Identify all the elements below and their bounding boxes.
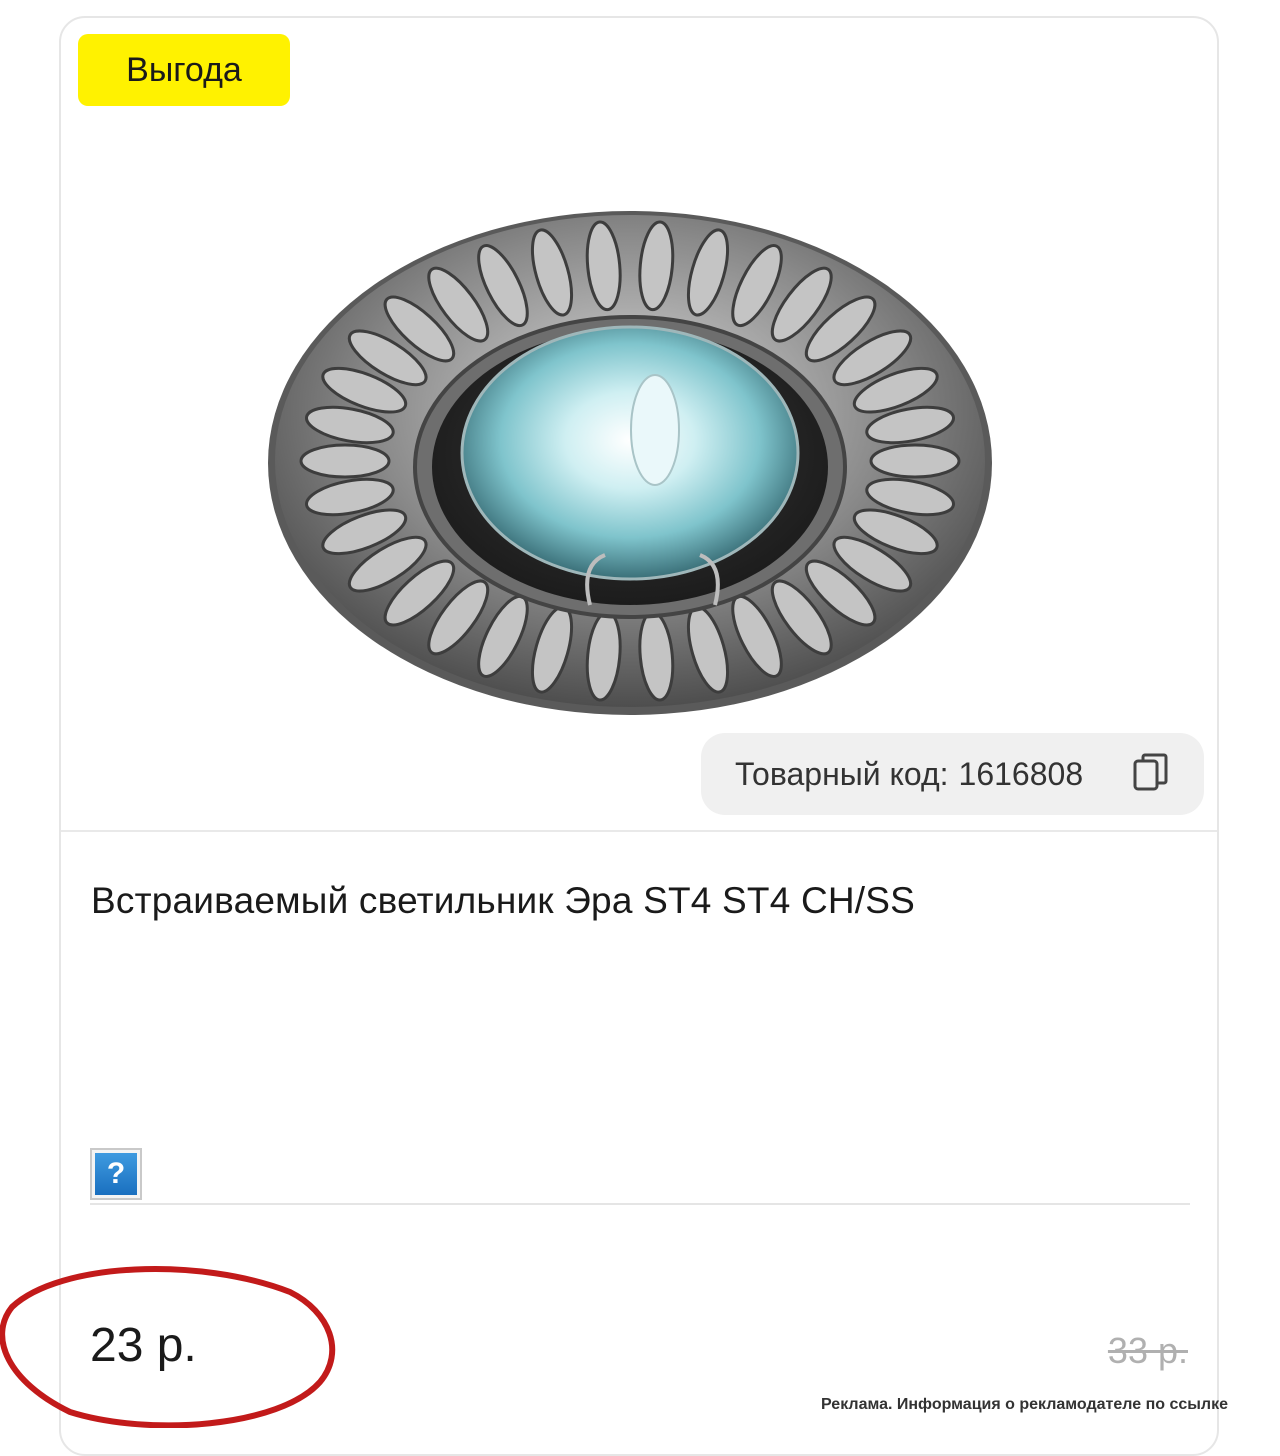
product-image[interactable] [260,205,1000,735]
ad-disclosure[interactable]: Реклама. Информация о рекламодателе по с… [821,1396,1228,1414]
old-price: 33 р. [1107,1330,1188,1371]
image-divider [61,830,1217,832]
product-code-value: 1616808 [958,755,1084,792]
lamp-rim-petal [869,443,961,479]
current-price: 23 р. [90,1319,197,1372]
promo-badge: Выгода [78,34,290,106]
question-mark-icon[interactable]: ? [90,1148,142,1200]
help-symbol: ? [95,1153,137,1195]
product-code[interactable]: Товарный код: 1616808 [701,733,1204,815]
copy-icon[interactable] [1133,753,1169,793]
price-divider [90,1203,1190,1205]
lamp-rim-petal [299,443,391,479]
product-code-label: Товарный код: [735,755,949,792]
product-title[interactable]: Встраиваемый светильник Эра ST4 ST4 CH/S… [91,880,915,922]
